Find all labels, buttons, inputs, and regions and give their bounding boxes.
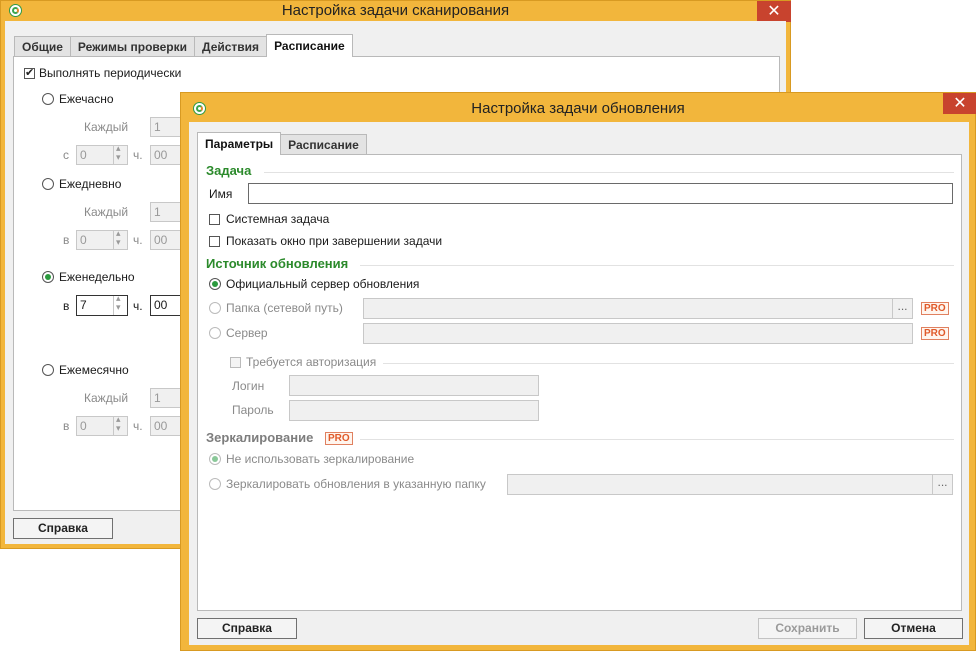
mirror-section-title: Зеркалирование bbox=[206, 430, 314, 445]
scan-window-titlebar[interactable]: Настройка задачи сканирования ✕ bbox=[1, 1, 791, 22]
daily-in-label: в bbox=[63, 233, 70, 247]
task-section-title: Задача bbox=[206, 163, 252, 178]
hourly-hour-spinner[interactable] bbox=[113, 143, 125, 164]
close-icon[interactable]: ✕ bbox=[757, 1, 791, 22]
auth-divider bbox=[383, 363, 954, 364]
cancel-button[interactable]: Отмена bbox=[864, 618, 963, 639]
daily-radio[interactable] bbox=[42, 178, 54, 190]
tab-general[interactable]: Общие bbox=[14, 36, 71, 57]
monthly-label: Ежемесячно bbox=[59, 363, 129, 377]
server-input[interactable] bbox=[363, 323, 913, 344]
monthly-in-label: в bbox=[63, 419, 70, 433]
mirror-section-divider bbox=[360, 439, 954, 440]
show-window-checkbox[interactable] bbox=[209, 236, 220, 247]
hourly-h-label: ч. bbox=[133, 148, 143, 162]
update-task-window: Настройка задачи обновления ✕ Параметры … bbox=[180, 92, 976, 651]
periodic-checkbox[interactable] bbox=[24, 66, 35, 79]
save-button[interactable]: Сохранить bbox=[758, 618, 857, 639]
source-section-title: Источник обновления bbox=[206, 256, 349, 271]
official-server-label: Официальный сервер обновления bbox=[226, 277, 420, 291]
mirror-to-folder-radio[interactable] bbox=[209, 478, 221, 490]
hourly-label: Ежечасно bbox=[59, 92, 114, 106]
tab-schedule[interactable]: Расписание bbox=[266, 34, 353, 57]
folder-path-input[interactable] bbox=[363, 298, 913, 319]
server-radio[interactable] bbox=[209, 327, 221, 339]
update-help-button[interactable]: Справка bbox=[197, 618, 297, 639]
weekly-h-label: ч. bbox=[133, 299, 143, 313]
system-task-label: Системная задача bbox=[226, 212, 330, 226]
hourly-radio[interactable] bbox=[42, 93, 54, 105]
daily-h-label: ч. bbox=[133, 233, 143, 247]
server-pro-badge: PRO bbox=[921, 327, 949, 340]
daily-every-label: Каждый bbox=[84, 205, 129, 219]
hourly-from-label: с bbox=[63, 148, 69, 162]
mirror-folder-input[interactable] bbox=[507, 474, 953, 495]
folder-label: Папка (сетевой путь) bbox=[226, 301, 343, 315]
update-window-title: Настройка задачи обновления bbox=[471, 100, 685, 117]
weekly-hour-spinner[interactable] bbox=[113, 293, 125, 315]
show-window-label: Показать окно при завершении задачи bbox=[226, 234, 443, 248]
update-window-client: Параметры Расписание Задача Имя Системна… bbox=[189, 122, 969, 645]
no-mirror-radio[interactable] bbox=[209, 453, 221, 465]
name-label: Имя bbox=[209, 187, 233, 201]
auth-required-checkbox[interactable] bbox=[230, 357, 241, 368]
tab-actions[interactable]: Действия bbox=[194, 36, 268, 57]
official-server-radio[interactable] bbox=[209, 278, 221, 290]
close-icon[interactable]: ✕ bbox=[943, 93, 976, 114]
monthly-h-label: ч. bbox=[133, 419, 143, 433]
daily-hour-spinner[interactable] bbox=[113, 228, 125, 249]
mirror-to-folder-label: Зеркалировать обновления в указанную пап… bbox=[226, 477, 486, 491]
hourly-every-label: Каждый bbox=[84, 120, 129, 134]
server-label: Сервер bbox=[226, 326, 268, 340]
monthly-radio[interactable] bbox=[42, 364, 54, 376]
no-mirror-label: Не использовать зеркалирование bbox=[226, 452, 415, 466]
daily-label: Ежедневно bbox=[59, 177, 122, 191]
name-input[interactable] bbox=[248, 183, 953, 204]
tab-scan-modes[interactable]: Режимы проверки bbox=[69, 36, 195, 57]
update-tabs: Параметры Расписание bbox=[197, 132, 367, 155]
password-input[interactable] bbox=[289, 400, 539, 421]
tab-update-schedule[interactable]: Расписание bbox=[280, 134, 367, 155]
scan-window-title: Настройка задачи сканирования bbox=[281, 2, 510, 19]
update-parameters-panel: Задача Имя Системная задача Показать окн… bbox=[197, 154, 962, 611]
monthly-hour-spinner[interactable] bbox=[113, 414, 125, 435]
system-task-checkbox[interactable] bbox=[209, 214, 220, 225]
folder-radio[interactable] bbox=[209, 302, 221, 314]
mirror-browse-button[interactable]: ... bbox=[932, 475, 952, 494]
folder-browse-button[interactable]: ... bbox=[892, 299, 912, 318]
login-label: Логин bbox=[232, 379, 265, 393]
weekly-label: Еженедельно bbox=[59, 270, 135, 284]
periodic-label: Выполнять периодически bbox=[39, 66, 182, 80]
login-input[interactable] bbox=[289, 375, 539, 396]
weekly-in-label: в bbox=[63, 299, 70, 313]
mirror-pro-badge: PRO bbox=[325, 432, 353, 445]
weekly-radio[interactable] bbox=[42, 271, 54, 283]
folder-pro-badge: PRO bbox=[921, 302, 949, 315]
password-label: Пароль bbox=[232, 403, 274, 417]
scan-tabs: Общие Режимы проверки Действия Расписани… bbox=[14, 34, 353, 57]
scan-help-button[interactable]: Справка bbox=[13, 518, 113, 539]
tab-parameters[interactable]: Параметры bbox=[197, 132, 282, 155]
update-window-titlebar[interactable]: Настройка задачи обновления ✕ bbox=[181, 93, 976, 121]
monthly-every-label: Каждый bbox=[84, 391, 129, 405]
source-section-divider bbox=[360, 265, 954, 266]
task-section-divider bbox=[264, 172, 954, 173]
auth-required-label: Требуется авторизация bbox=[246, 355, 377, 369]
